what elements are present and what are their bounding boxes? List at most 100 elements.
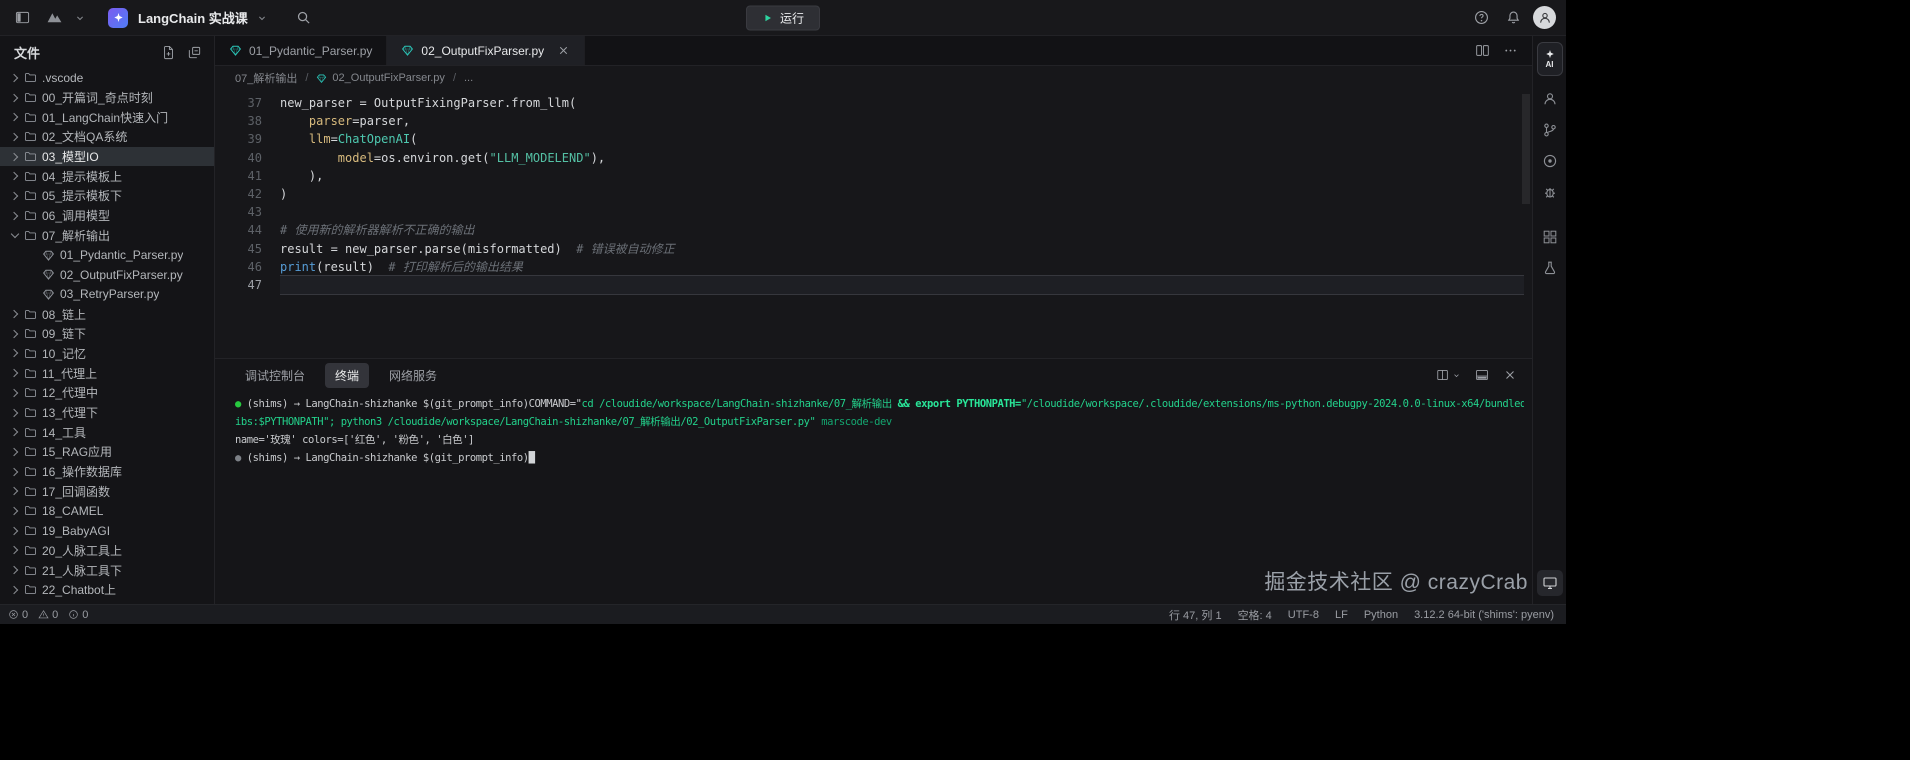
tree-item-folder[interactable]: 08_链上 bbox=[0, 304, 214, 324]
panel-tabs-list: 调试控制台终端网络服务 bbox=[235, 363, 447, 388]
search-icon[interactable] bbox=[292, 6, 316, 30]
panel-tab[interactable]: 调试控制台 bbox=[235, 363, 315, 388]
split-editor-icon[interactable] bbox=[1470, 39, 1494, 63]
tree-item-folder[interactable]: 12_代理中 bbox=[0, 383, 214, 403]
tree-item-folder[interactable]: 22_Chatbot上 bbox=[0, 580, 214, 600]
flask-button[interactable] bbox=[1537, 255, 1563, 281]
code-line[interactable]: new_parser = OutputFixingParser.from_llm… bbox=[280, 94, 1532, 112]
status-info[interactable]: 0 bbox=[68, 609, 88, 621]
collapse-all-icon[interactable] bbox=[182, 40, 206, 64]
tree-item-folder[interactable]: 18_CAMEL bbox=[0, 501, 214, 521]
target-icon bbox=[1542, 153, 1558, 169]
tree-item-file[interactable]: 02_OutputFixParser.py bbox=[0, 265, 214, 285]
statusbar-item[interactable]: 行 47, 列 1 bbox=[1169, 607, 1222, 623]
titlebar-left: LangChain 实战课 bbox=[10, 6, 316, 30]
chevron-icon bbox=[26, 287, 40, 301]
breadcrumb-item[interactable]: ... bbox=[464, 72, 473, 84]
tree-item-folder[interactable]: 20_人脉工具上 bbox=[0, 541, 214, 561]
tree-item-folder[interactable]: 07_解析输出 bbox=[0, 226, 214, 246]
app-logo-icon[interactable] bbox=[42, 6, 66, 30]
split-terminal-button[interactable] bbox=[1433, 365, 1464, 385]
sidebar-toggle-icon[interactable] bbox=[10, 6, 34, 30]
grid-button[interactable] bbox=[1537, 224, 1563, 250]
breadcrumb-text: 02_OutputFixParser.py bbox=[332, 72, 445, 84]
tab-close-icon[interactable] bbox=[557, 44, 570, 57]
breadcrumb-item[interactable]: 07_解析输出 bbox=[235, 70, 297, 86]
tree-item-folder[interactable]: 10_记忆 bbox=[0, 344, 214, 364]
tree-item-label: 04_提示模板上 bbox=[42, 168, 122, 185]
breadcrumb-separator: / bbox=[453, 72, 456, 84]
tree-item-label: 15_RAG应用 bbox=[42, 443, 112, 460]
statusbar-item[interactable]: 空格: 4 bbox=[1238, 607, 1272, 623]
tree-item-folder[interactable]: 17_回调函数 bbox=[0, 481, 214, 501]
tree-item-label: 17_回调函数 bbox=[42, 483, 110, 500]
avatar[interactable] bbox=[1533, 6, 1556, 29]
tree-item-folder[interactable]: 03_模型IO bbox=[0, 147, 214, 167]
help-icon[interactable] bbox=[1469, 6, 1493, 30]
editor-scrollbar[interactable] bbox=[1522, 94, 1530, 204]
statusbar-item[interactable]: UTF-8 bbox=[1288, 609, 1319, 621]
code-line[interactable] bbox=[280, 276, 1524, 294]
folder-icon bbox=[24, 583, 37, 596]
branch-button[interactable] bbox=[1537, 117, 1563, 143]
tree-item-folder[interactable]: .vscode bbox=[0, 68, 214, 88]
tree-item-file[interactable]: 01_Pydantic_Parser.py bbox=[0, 245, 214, 265]
code-line[interactable]: parser=parser, bbox=[280, 112, 1532, 130]
tree-item-folder[interactable]: 00_开篇词_奇点时刻 bbox=[0, 88, 214, 108]
project-name[interactable]: LangChain 实战课 bbox=[138, 8, 248, 27]
tree-item-folder[interactable]: 21_人脉工具下 bbox=[0, 560, 214, 580]
chevron-icon bbox=[8, 228, 22, 242]
layout-panel-icon bbox=[1475, 368, 1489, 382]
code-line[interactable] bbox=[280, 203, 1532, 221]
profile-button[interactable] bbox=[1537, 86, 1563, 112]
run-button[interactable]: 运行 bbox=[746, 5, 820, 30]
close-panel-button[interactable] bbox=[1500, 365, 1520, 385]
workspace-chevron-down-icon[interactable] bbox=[74, 12, 88, 24]
tree-item-folder[interactable]: 01_LangChain快速入门 bbox=[0, 107, 214, 127]
folder-icon bbox=[24, 465, 37, 478]
statusbar-item[interactable]: LF bbox=[1335, 609, 1348, 621]
new-file-icon[interactable] bbox=[156, 40, 180, 64]
tree-item-folder[interactable]: 09_链下 bbox=[0, 324, 214, 344]
code-editor[interactable]: 3738394041424344454647 new_parser = Outp… bbox=[215, 90, 1532, 358]
bell-icon[interactable] bbox=[1501, 6, 1525, 30]
code-line[interactable]: ) bbox=[280, 185, 1532, 203]
editor-tab[interactable]: 01_Pydantic_Parser.py bbox=[215, 36, 387, 65]
statusbar-item[interactable]: 3.12.2 64-bit ('shims': pyenv) bbox=[1414, 609, 1554, 621]
tree-item-folder[interactable]: 02_文档QA系统 bbox=[0, 127, 214, 147]
panel-tabbar: 调试控制台终端网络服务 bbox=[215, 359, 1532, 391]
code-line[interactable]: # 使用新的解析器解析不正确的输出 bbox=[280, 221, 1532, 239]
ai-assistant-button[interactable]: AI bbox=[1537, 42, 1563, 76]
bug-button[interactable] bbox=[1537, 179, 1563, 205]
code-line[interactable]: ), bbox=[280, 167, 1532, 185]
tree-item-folder[interactable]: 14_工具 bbox=[0, 422, 214, 442]
code-line[interactable]: print(result) # 打印解析后的输出结果 bbox=[280, 258, 1532, 276]
code-line[interactable]: model=os.environ.get("LLM_MODELEND"), bbox=[280, 149, 1532, 167]
editor-tab[interactable]: 02_OutputFixParser.py bbox=[387, 36, 585, 65]
tree-item-folder[interactable]: 05_提示模板下 bbox=[0, 186, 214, 206]
remote-desktop-button[interactable] bbox=[1537, 570, 1563, 596]
status-error[interactable]: 0 bbox=[8, 609, 28, 621]
status-warning[interactable]: 0 bbox=[38, 609, 58, 621]
tree-item-folder[interactable]: 04_提示模板上 bbox=[0, 166, 214, 186]
terminal-line: ● (shims) → LangChain-shizhanke $(git_pr… bbox=[235, 449, 1524, 467]
project-chevron-down-icon[interactable] bbox=[256, 12, 270, 24]
panel-layout-button[interactable] bbox=[1472, 365, 1492, 385]
statusbar-item[interactable]: Python bbox=[1364, 609, 1398, 621]
more-actions-icon[interactable] bbox=[1498, 39, 1522, 63]
target-button[interactable] bbox=[1537, 148, 1563, 174]
tree-item-folder[interactable]: 11_代理上 bbox=[0, 363, 214, 383]
tree-item-folder[interactable]: 13_代理下 bbox=[0, 403, 214, 423]
tree-item-file[interactable]: 03_RetryParser.py bbox=[0, 285, 214, 305]
line-number: 41 bbox=[215, 167, 262, 185]
code-line[interactable]: llm=ChatOpenAI( bbox=[280, 130, 1532, 148]
code-line[interactable]: result = new_parser.parse(misformatted) … bbox=[280, 240, 1532, 258]
panel-tab[interactable]: 网络服务 bbox=[379, 363, 447, 388]
tree-item-folder[interactable]: 15_RAG应用 bbox=[0, 442, 214, 462]
tree-item-folder[interactable]: 16_操作数据库 bbox=[0, 462, 214, 482]
line-number: 40 bbox=[215, 149, 262, 167]
tree-item-folder[interactable]: 06_调用模型 bbox=[0, 206, 214, 226]
tree-item-folder[interactable]: 19_BabyAGI bbox=[0, 521, 214, 541]
panel-tab[interactable]: 终端 bbox=[325, 363, 369, 388]
breadcrumb-item[interactable]: 02_OutputFixParser.py bbox=[316, 72, 445, 84]
